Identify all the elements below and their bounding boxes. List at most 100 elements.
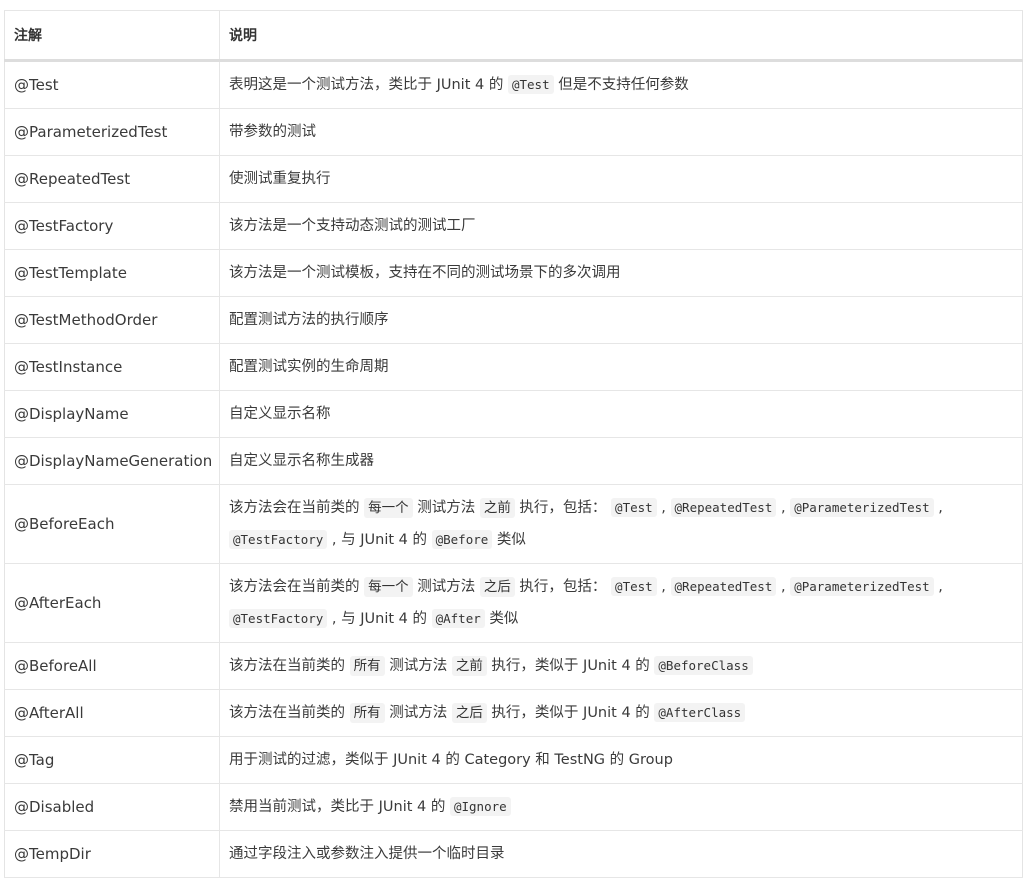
annotation-cell: @TestMethodOrder <box>4 296 220 344</box>
inline-code: @RepeatedTest <box>670 498 777 517</box>
description-text: , 与 JUnit 4 的 <box>327 611 432 627</box>
description-text: 配置测试实例的生命周期 <box>229 358 389 375</box>
inline-code: @Test <box>611 577 657 596</box>
header-annotation: 注解 <box>4 10 220 62</box>
annotation-cell: @DisplayNameGeneration <box>4 437 220 485</box>
table-row: @ParameterizedTest 带参数的测试 <box>4 108 1023 156</box>
annotation-cell: @AfterEach <box>4 563 220 643</box>
table-row: @TempDir 通过字段注入或参数注入提供一个临时目录 <box>4 830 1023 878</box>
table-row: @DisplayNameGeneration 自定义显示名称生成器 <box>4 437 1023 485</box>
description-text: 测试方法 <box>384 705 452 721</box>
inline-code: @ParameterizedTest <box>790 577 934 596</box>
description-text: 测试方法 <box>412 579 480 595</box>
description-text: 但是不支持任何参数 <box>553 77 689 93</box>
annotation-cell: @Test <box>4 60 220 109</box>
inline-code: @TestFactory <box>229 530 328 549</box>
description-text: , <box>656 579 671 595</box>
table-row: @TestFactory 该方法是一个支持动态测试的测试工厂 <box>4 202 1023 250</box>
description-text: 该方法在当前类的 <box>229 705 350 721</box>
table-row: @Tag 用于测试的过滤，类似于 JUnit 4 的 Category 和 Tes… <box>4 736 1023 784</box>
annotation-cell: @TempDir <box>4 830 220 878</box>
table-row: @AfterEach 该方法会在当前类的 每一个 测试方法 之后 执行，包括： @… <box>4 563 1023 643</box>
table-row: @TestInstance 配置测试实例的生命周期 <box>4 343 1023 391</box>
inline-code: @RepeatedTest <box>670 577 777 596</box>
description-text: 该方法在当前类的 <box>229 658 350 674</box>
table-row: @Test 表明这是一个测试方法，类比于 JUnit 4 的 @Test 但是不支… <box>4 60 1023 109</box>
annotation-cell: @Tag <box>4 736 220 784</box>
table-row: @BeforeEach 该方法会在当前类的 每一个 测试方法 之前 执行，包括： … <box>4 484 1023 564</box>
highlighted-text: 每一个 <box>364 498 413 518</box>
table-row: @Disabled 禁用当前测试，类比于 JUnit 4 的 @Ignore <box>4 783 1023 831</box>
description-text: 用于测试的过滤，类似于 JUnit 4 的 Category 和 TestNG … <box>229 751 673 768</box>
description-text: 表明这是一个测试方法，类比于 JUnit 4 的 <box>229 77 508 93</box>
table-row: @TestMethodOrder 配置测试方法的执行顺序 <box>4 296 1023 344</box>
description-text: 类似 <box>484 611 519 627</box>
annotation-cell: @Disabled <box>4 783 220 831</box>
description-text: 测试方法 <box>412 500 480 516</box>
description-text: 测试方法 <box>384 658 452 674</box>
description-cell: 该方法在当前类的 所有 测试方法 之后 执行，类似于 JUnit 4 的 @Af… <box>219 689 1023 737</box>
annotation-cell: @BeforeAll <box>4 642 220 690</box>
description-cell: 自定义显示名称 <box>219 390 1023 438</box>
highlighted-text: 所有 <box>349 703 385 723</box>
description-text: 该方法会在当前类的 <box>229 500 365 516</box>
description-cell: 表明这是一个测试方法，类比于 JUnit 4 的 @Test 但是不支持任何参数 <box>219 60 1023 109</box>
description-text: 使测试重复执行 <box>229 170 331 187</box>
description-cell: 通过字段注入或参数注入提供一个临时目录 <box>219 830 1023 878</box>
description-text: , <box>933 579 943 595</box>
annotation-cell: @RepeatedTest <box>4 155 220 203</box>
description-cell: 该方法是一个支持动态测试的测试工厂 <box>219 202 1023 250</box>
table-row: @BeforeAll 该方法在当前类的 所有 测试方法 之前 执行，类似于 JUn… <box>4 642 1023 690</box>
description-text: 执行，包括： <box>514 500 612 516</box>
highlighted-text: 之后 <box>479 577 515 597</box>
description-text: 自定义显示名称生成器 <box>229 452 374 469</box>
description-cell: 带参数的测试 <box>219 108 1023 156</box>
inline-code: @Test <box>611 498 657 517</box>
header-description: 说明 <box>219 10 1023 62</box>
description-text: 执行，类似于 JUnit 4 的 <box>486 658 655 674</box>
table-body: @Test 表明这是一个测试方法，类比于 JUnit 4 的 @Test 但是不支… <box>4 60 1023 878</box>
description-cell: 该方法是一个测试模板，支持在不同的测试场景下的多次调用 <box>219 249 1023 297</box>
description-cell: 自定义显示名称生成器 <box>219 437 1023 485</box>
description-text: , <box>933 500 943 516</box>
inline-code: @Before <box>431 530 493 549</box>
annotation-cell: @TestTemplate <box>4 249 220 297</box>
highlighted-text: 之后 <box>451 703 487 723</box>
annotation-cell: @BeforeEach <box>4 484 220 564</box>
highlighted-text: 之前 <box>451 656 487 676</box>
description-cell: 该方法在当前类的 所有 测试方法 之前 执行，类似于 JUnit 4 的 @Be… <box>219 642 1023 690</box>
description-cell: 配置测试实例的生命周期 <box>219 343 1023 391</box>
description-text: , <box>776 579 791 595</box>
table-header-row: 注解 说明 <box>4 10 1023 62</box>
annotation-cell: @TestFactory <box>4 202 220 250</box>
description-text: 该方法会在当前类的 <box>229 579 365 595</box>
description-text: 自定义显示名称 <box>229 405 331 422</box>
description-cell: 用于测试的过滤，类似于 JUnit 4 的 Category 和 TestNG … <box>219 736 1023 784</box>
table-row: @AfterAll 该方法在当前类的 所有 测试方法 之后 执行，类似于 JUni… <box>4 689 1023 737</box>
inline-code: @TestFactory <box>229 609 328 628</box>
description-text: 该方法是一个测试模板，支持在不同的测试场景下的多次调用 <box>229 264 621 281</box>
table-row: @DisplayName 自定义显示名称 <box>4 390 1023 438</box>
description-cell: 禁用当前测试，类比于 JUnit 4 的 @Ignore <box>219 783 1023 831</box>
annotation-cell: @TestInstance <box>4 343 220 391</box>
description-text: 配置测试方法的执行顺序 <box>229 311 389 328</box>
description-text: 类似 <box>492 532 526 548</box>
description-text: 执行，类似于 JUnit 4 的 <box>486 705 655 721</box>
annotation-cell: @AfterAll <box>4 689 220 737</box>
table-row: @RepeatedTest 使测试重复执行 <box>4 155 1023 203</box>
description-cell: 使测试重复执行 <box>219 155 1023 203</box>
description-text: 执行，包括： <box>514 579 612 595</box>
description-text: 该方法是一个支持动态测试的测试工厂 <box>229 217 476 234</box>
description-cell: 配置测试方法的执行顺序 <box>219 296 1023 344</box>
annotation-cell: @ParameterizedTest <box>4 108 220 156</box>
inline-code: @After <box>431 609 485 628</box>
highlighted-text: 每一个 <box>364 577 413 597</box>
inline-code: @ParameterizedTest <box>790 498 934 517</box>
description-text: 通过字段注入或参数注入提供一个临时目录 <box>229 845 505 862</box>
inline-code: @Test <box>507 75 554 94</box>
description-text: 禁用当前测试，类比于 JUnit 4 的 <box>229 799 450 815</box>
highlighted-text: 之前 <box>479 498 515 518</box>
description-text: 带参数的测试 <box>229 123 316 140</box>
inline-code: @AfterClass <box>654 703 746 722</box>
inline-code: @Ignore <box>449 797 511 816</box>
